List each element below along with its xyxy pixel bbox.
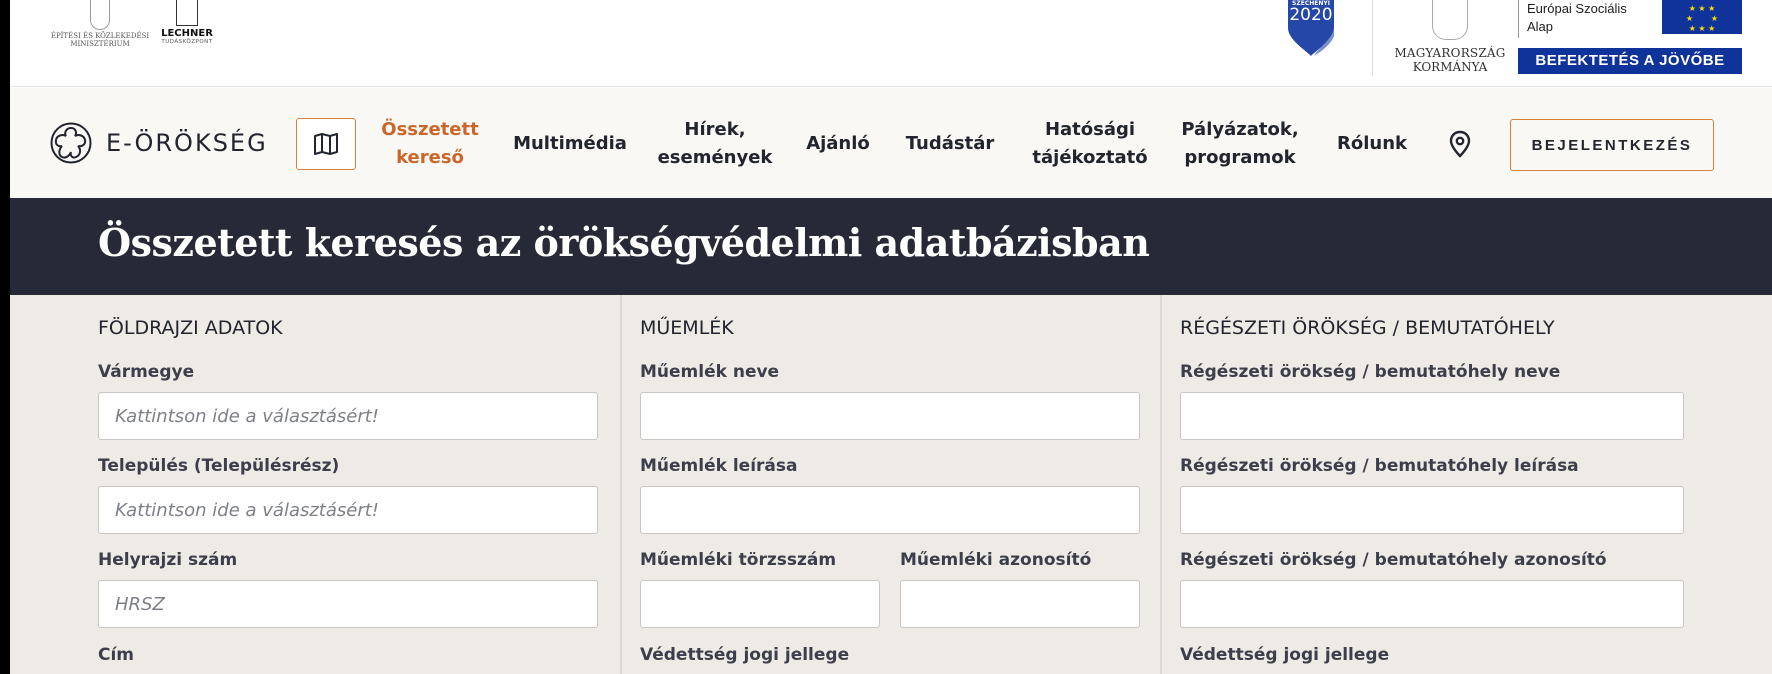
monument-description-label: Műemlék leírása [640,456,798,476]
archaeology-name-label: Régészeti örökség / bemutatóhely neve [1180,362,1561,382]
archaeology-description-label: Régészeti örökség / bemutatóhely leírása [1180,456,1579,476]
monument-register-number-input[interactable] [640,580,880,628]
lechner-name: LECHNER [161,28,213,39]
monument-description-input[interactable] [640,486,1140,534]
nav-item-tudastar[interactable]: Tudástár [895,112,1005,176]
lot-number-input[interactable] [98,580,598,628]
column-divider [1160,295,1162,674]
monument-register-number-label: Műemléki törzsszám [640,550,837,570]
monument-name-label: Műemlék neve [640,362,780,382]
ministry-logo[interactable]: ÉPÍTÉSI ÉS KÖZLEKEDÉSI MINISZTÉRIUM [50,0,150,56]
brand-name: E-ÖRÖKSÉG [106,129,268,157]
nav-item-hirek-esemenyek[interactable]: Hírek, események [650,112,780,176]
archaeology-id-label: Régészeti örökség / bemutatóhely azonosí… [1180,550,1607,570]
lechner-logo[interactable]: LECHNER TUDÁSKÖZPONT [152,0,222,56]
gov-line-2: KORMÁNYA [1412,60,1488,74]
archaeology-section: RÉGÉSZETI ÖRÖKSÉG / BEMUTATÓHELY Régésze… [1180,295,1684,674]
government-logo[interactable]: MAGYARORSZÁG KORMÁNYA [1388,0,1512,80]
map-icon [314,133,338,155]
settlement-label: Település (Településrész) [98,456,340,476]
coat-of-arms-icon [90,0,110,30]
county-input[interactable] [98,392,598,440]
geo-section: FÖLDRAJZI ADATOK Vármegye Település (Tel… [98,295,598,674]
search-form: FÖLDRAJZI ADATOK Vármegye Település (Tel… [10,295,1772,674]
nav-item-rolunk[interactable]: Rólunk [1322,112,1422,176]
szechenyi-2020-logo[interactable]: SZÉCHENYI 2020 [1282,0,1348,60]
gov-line-1: MAGYARORSZÁG [1394,46,1506,60]
coat-of-arms-icon [1432,0,1468,40]
lot-number-label: Helyrajzi szám [98,550,238,570]
nav-item-osszetett-kereso[interactable]: Összetett kereső [372,112,488,176]
eu-flag-icon: ★ ★ ★ ★ ★ ★ ★ ★ [1662,0,1742,34]
esza-line-2: Alap [1527,19,1554,34]
nav-item-hatosagi-tajekoztato[interactable]: Hatósági tájékoztató [1020,112,1160,176]
esza-label: Európai Szociális Alap [1518,0,1662,38]
lechner-subtitle: TUDÁSKÖZPONT [161,39,213,45]
column-divider [620,295,622,674]
window-edge [0,0,10,674]
page-header: Összetett keresés az örökségvédelmi adat… [10,198,1772,295]
address-label: Cím [98,645,135,665]
e-orokseg-logo-icon [50,122,92,164]
invest-banner: BEFEKTETÉS A JÖVŐBE [1518,48,1742,74]
logo-divider [1372,0,1373,76]
nav-item-palyazatok-programok[interactable]: Pályázatok, programok [1170,112,1310,176]
page-title: Összetett keresés az örökségvédelmi adat… [98,220,1150,265]
archaeology-name-input[interactable] [1180,392,1684,440]
monument-name-input[interactable] [640,392,1140,440]
brand-logo[interactable]: E-ÖRÖKSÉG [50,122,268,164]
esza-line-1: Európai Szociális [1527,1,1627,16]
monument-section: MŰEMLÉK Műemlék neve Műemlék leírása Műe… [640,295,1140,674]
szechenyi-year: 2020 [1289,5,1333,25]
nav-item-ajanlo[interactable]: Ajánló [790,112,886,176]
nav-item-multimedia[interactable]: Multimédia [505,112,635,176]
county-label: Vármegye [98,362,195,382]
login-button[interactable]: BEJELENTKEZÉS [1510,119,1714,171]
location-pin-icon [1449,130,1471,158]
monument-protection-label: Védettség jogi jellege [640,645,850,665]
monument-id-input[interactable] [900,580,1140,628]
map-search-button[interactable] [296,118,356,170]
settlement-input[interactable] [98,486,598,534]
door-icon [176,0,198,26]
archaeology-id-input[interactable] [1180,580,1684,628]
monument-id-label: Műemléki azonosító [900,550,1092,570]
archaeology-description-input[interactable] [1180,486,1684,534]
archaeology-protection-label: Védettség jogi jellege [1180,645,1390,665]
monument-section-title: MŰEMLÉK [640,317,734,339]
ministry-logo-text: ÉPÍTÉSI ÉS KÖZLEKEDÉSI MINISZTÉRIUM [50,32,150,48]
logo-strip: ÉPÍTÉSI ÉS KÖZLEKEDÉSI MINISZTÉRIUM LECH… [10,0,1772,87]
archaeology-section-title: RÉGÉSZETI ÖRÖKSÉG / BEMUTATÓHELY [1180,317,1555,339]
geo-section-title: FÖLDRAJZI ADATOK [98,317,283,339]
location-button[interactable] [1444,128,1476,160]
main-navigation: E-ÖRÖKSÉG Összetett kereső Multimédia Hír… [10,88,1772,198]
